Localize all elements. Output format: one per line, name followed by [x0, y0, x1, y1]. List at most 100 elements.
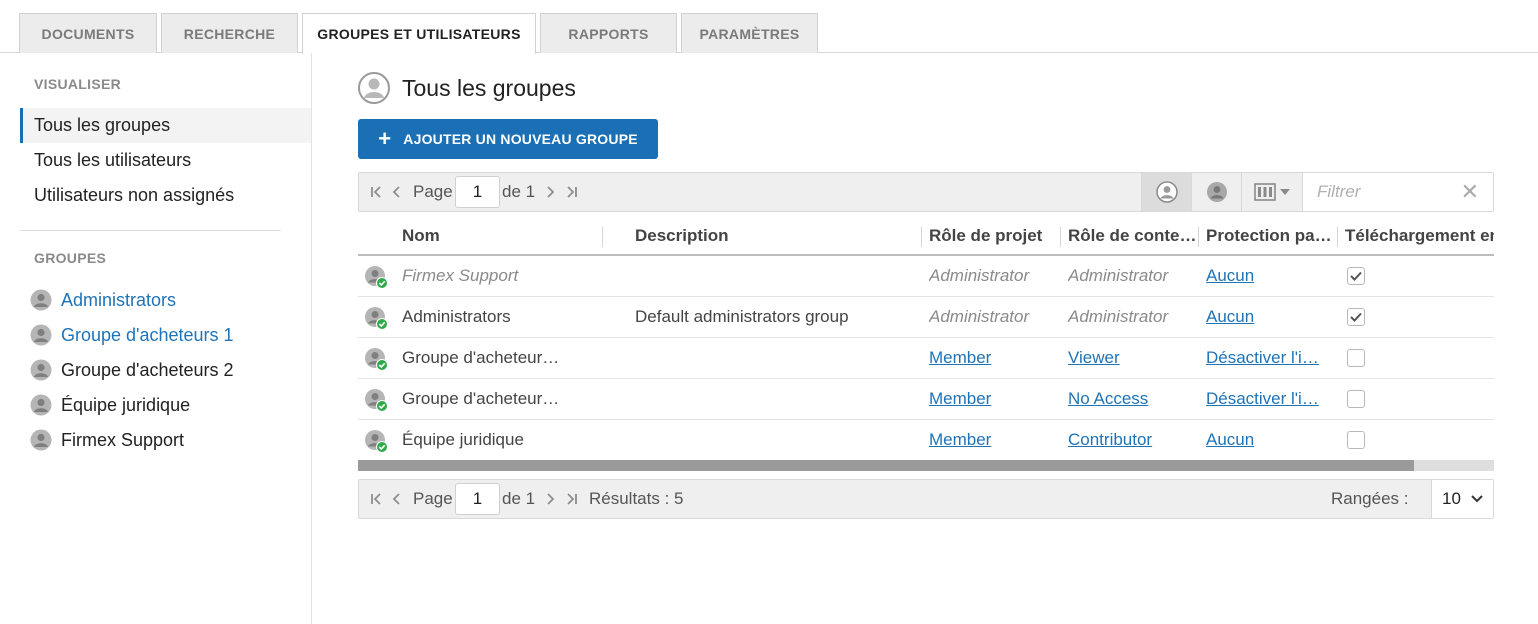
- columns-menu-button[interactable]: [1241, 173, 1303, 211]
- protection-link[interactable]: Aucun: [1206, 430, 1254, 450]
- table-row[interactable]: Équipe juridique Member Contributor Aucu…: [358, 420, 1494, 460]
- last-page-icon[interactable]: [566, 480, 578, 518]
- first-page-icon[interactable]: [370, 480, 382, 518]
- content-role-link[interactable]: Contributor: [1068, 430, 1152, 450]
- tab-recherche[interactable]: RECHERCHE: [161, 13, 298, 53]
- next-page-icon[interactable]: [546, 173, 556, 211]
- table-row[interactable]: Groupe d'acheteur… Member Viewer Désacti…: [358, 338, 1494, 379]
- page-title: Tous les groupes: [402, 74, 576, 101]
- cell-name: Firmex Support: [402, 266, 519, 285]
- last-page-icon[interactable]: [566, 173, 578, 211]
- project-role-link[interactable]: Member: [929, 348, 991, 368]
- group-icon: [30, 394, 52, 416]
- protection-link[interactable]: Désactiver l'i…: [1206, 389, 1319, 409]
- sidebar-group-administrators[interactable]: Administrators: [30, 287, 176, 313]
- add-group-button[interactable]: + AJOUTER UN NOUVEAU GROUPE: [358, 119, 658, 159]
- group-view-icon: [1155, 181, 1178, 203]
- group-check-icon: [365, 389, 388, 412]
- sidebar-group-equipe-juridique[interactable]: Équipe juridique: [30, 392, 190, 418]
- scrollbar-thumb[interactable]: [358, 460, 1414, 471]
- group-check-icon: [365, 430, 388, 453]
- download-checkbox[interactable]: [1347, 390, 1365, 408]
- tab-rapports[interactable]: RAPPORTS: [540, 13, 677, 53]
- group-check-icon: [365, 307, 388, 330]
- col-separator: [1337, 227, 1338, 247]
- cell-content-role: Administrator: [1068, 307, 1169, 326]
- filter-input[interactable]: [1303, 173, 1463, 211]
- col-separator: [602, 227, 603, 247]
- prev-page-icon[interactable]: [391, 480, 401, 518]
- bottom-pager: Page de 1 Résultats : 5 Rangées : 10: [358, 479, 1494, 519]
- tab-groupes-utilisateurs[interactable]: GROUPES ET UTILISATEURS: [302, 13, 536, 54]
- filter-box: ✕: [1302, 173, 1493, 211]
- cell-project-role: Member: [929, 338, 1057, 378]
- table-row[interactable]: Administrators Default administrators gr…: [358, 297, 1494, 338]
- columns-icon: [1253, 183, 1290, 201]
- cell-protection: Aucun: [1206, 256, 1331, 296]
- group-icon: [30, 289, 52, 311]
- download-checkbox[interactable]: [1347, 431, 1365, 449]
- group-label: Administrators: [61, 289, 177, 310]
- cell-download: [1347, 420, 1387, 460]
- cell-content-role: No Access: [1068, 379, 1198, 419]
- sidebar-group-firmex-support[interactable]: Firmex Support: [30, 427, 184, 453]
- sidebar-group-acheteurs-2[interactable]: Groupe d'acheteurs 2: [30, 357, 234, 383]
- cell-name: Administrators: [402, 307, 511, 326]
- col-header-description[interactable]: Description: [635, 218, 915, 254]
- page-label: Page: [413, 489, 453, 508]
- table-header: Nom Description Rôle de projet Rôle de c…: [358, 218, 1494, 256]
- clear-filter-icon[interactable]: ✕: [1461, 179, 1479, 205]
- group-check-icon: [365, 348, 388, 371]
- prev-page-icon[interactable]: [391, 173, 401, 211]
- col-header-protection[interactable]: Protection pa…: [1206, 218, 1338, 254]
- cell-project-role: Administrator: [929, 307, 1030, 326]
- download-checkbox-checked[interactable]: [1347, 267, 1365, 285]
- users-view-toggle[interactable]: [1191, 173, 1241, 211]
- col-header-project-role[interactable]: Rôle de projet: [929, 218, 1057, 254]
- tab-parametres[interactable]: PARAMÈTRES: [681, 13, 818, 53]
- tab-documents[interactable]: DOCUMENTS: [19, 13, 157, 53]
- group-label: Groupe d'acheteurs 2: [61, 359, 234, 380]
- col-header-content-role[interactable]: Rôle de conte…: [1068, 218, 1198, 254]
- project-role-link[interactable]: Member: [929, 430, 991, 450]
- cell-download: [1347, 338, 1387, 378]
- cell-name: Groupe d'acheteur…: [402, 389, 560, 408]
- table-row[interactable]: Firmex Support Administrator Administrat…: [358, 256, 1494, 297]
- download-checkbox[interactable]: [1347, 349, 1365, 367]
- table-row[interactable]: Groupe d'acheteur… Member No Access Désa…: [358, 379, 1494, 420]
- sidebar-item-unassigned-users[interactable]: Utilisateurs non assignés: [20, 178, 311, 213]
- cell-description: [635, 338, 915, 378]
- rows-per-page-value: 10: [1442, 489, 1461, 508]
- first-page-icon[interactable]: [370, 173, 382, 211]
- page-number-input[interactable]: [455, 176, 500, 208]
- groups-view-toggle[interactable]: [1141, 173, 1191, 211]
- next-page-icon[interactable]: [546, 480, 556, 518]
- page-number-input[interactable]: [455, 483, 500, 515]
- check-icon: [1350, 312, 1362, 322]
- cell-project-role: Member: [929, 420, 1057, 460]
- top-pager: Page de 1 ✕: [358, 172, 1494, 212]
- sidebar-group-acheteurs-1[interactable]: Groupe d'acheteurs 1: [30, 322, 234, 348]
- groups-heading: GROUPES: [34, 250, 107, 266]
- group-label: Équipe juridique: [61, 394, 191, 415]
- groups-icon: [358, 72, 390, 104]
- protection-link[interactable]: Aucun: [1206, 266, 1254, 286]
- add-group-label: AJOUTER UN NOUVEAU GROUPE: [403, 131, 638, 147]
- download-checkbox-checked[interactable]: [1347, 308, 1365, 326]
- protection-link[interactable]: Aucun: [1206, 307, 1254, 327]
- col-header-name[interactable]: Nom: [402, 218, 602, 254]
- sidebar-item-all-groups[interactable]: Tous les groupes: [20, 108, 311, 143]
- col-header-download[interactable]: Téléchargement en: [1345, 218, 1494, 254]
- rows-per-page-select[interactable]: 10: [1431, 480, 1493, 518]
- horizontal-scrollbar[interactable]: [358, 460, 1494, 471]
- cell-protection: Désactiver l'i…: [1206, 338, 1331, 378]
- project-role-link[interactable]: Member: [929, 389, 991, 409]
- group-icon: [30, 429, 52, 451]
- content-role-link[interactable]: Viewer: [1068, 348, 1120, 368]
- page-header: Tous les groupes: [358, 72, 576, 104]
- cell-download: [1347, 379, 1387, 419]
- sidebar-item-all-users[interactable]: Tous les utilisateurs: [20, 143, 311, 178]
- group-label: Firmex Support: [61, 429, 185, 450]
- content-role-link[interactable]: No Access: [1068, 389, 1148, 409]
- protection-link[interactable]: Désactiver l'i…: [1206, 348, 1319, 368]
